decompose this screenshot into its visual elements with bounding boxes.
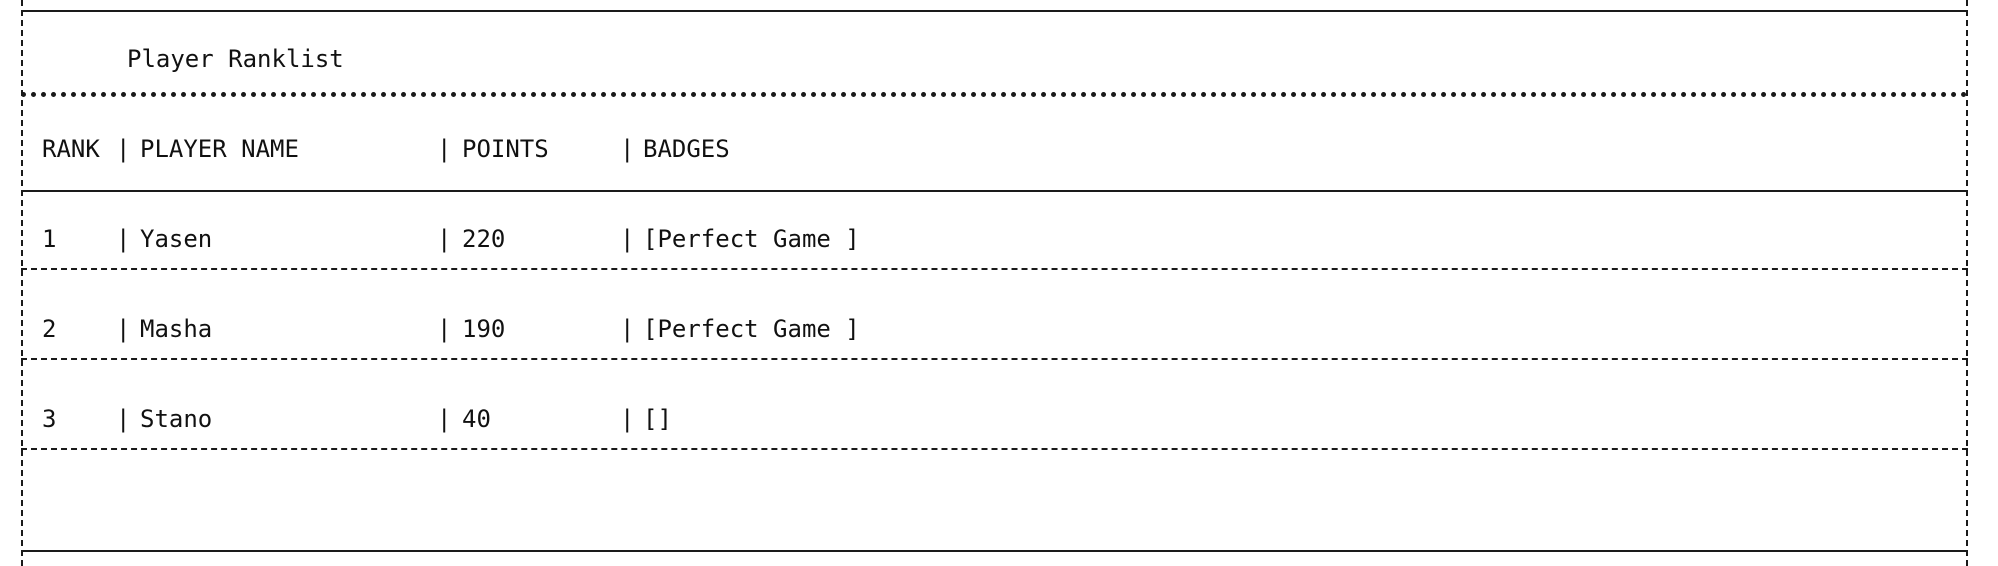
row-points: 40 [462,405,491,433]
column-separator: | [116,315,131,343]
header-points: POINTS [462,135,549,163]
column-separator: | [437,225,452,253]
title-divider [21,92,1968,97]
row-divider [21,268,1968,270]
row-divider [21,448,1968,450]
row-points: 220 [462,225,506,253]
row-rank: 2 [42,315,57,343]
row-points: 190 [462,315,506,343]
header-rank: RANK [42,135,100,163]
row-player-name: Yasen [140,225,213,253]
column-separator: | [116,405,131,433]
column-separator: | [620,315,635,343]
page-title: Player Ranklist [127,45,344,73]
bottom-border [21,550,1968,552]
column-separator: | [116,135,131,163]
column-separator: | [437,315,452,343]
row-player-name: Masha [140,315,213,343]
header-player-name: PLAYER NAME [140,135,299,163]
header-badges: BADGES [643,135,730,163]
column-separator: | [437,405,452,433]
row-player-name: Stano [140,405,213,433]
column-separator: | [620,225,635,253]
right-border [1966,0,1968,566]
row-rank: 3 [42,405,57,433]
column-separator: | [437,135,452,163]
ranklist-frame: Player Ranklist RANK | PLAYER NAME | POI… [0,0,1998,566]
row-badges: [Perfect Game ] [643,315,860,343]
row-badges: [Perfect Game ] [643,225,860,253]
column-separator: | [116,225,131,253]
column-separator: | [620,135,635,163]
column-separator: | [620,405,635,433]
left-border [21,0,23,566]
top-border [21,10,1968,12]
row-badges: [] [643,405,672,433]
row-rank: 1 [42,225,57,253]
row-divider [21,358,1968,360]
header-divider [21,190,1968,192]
